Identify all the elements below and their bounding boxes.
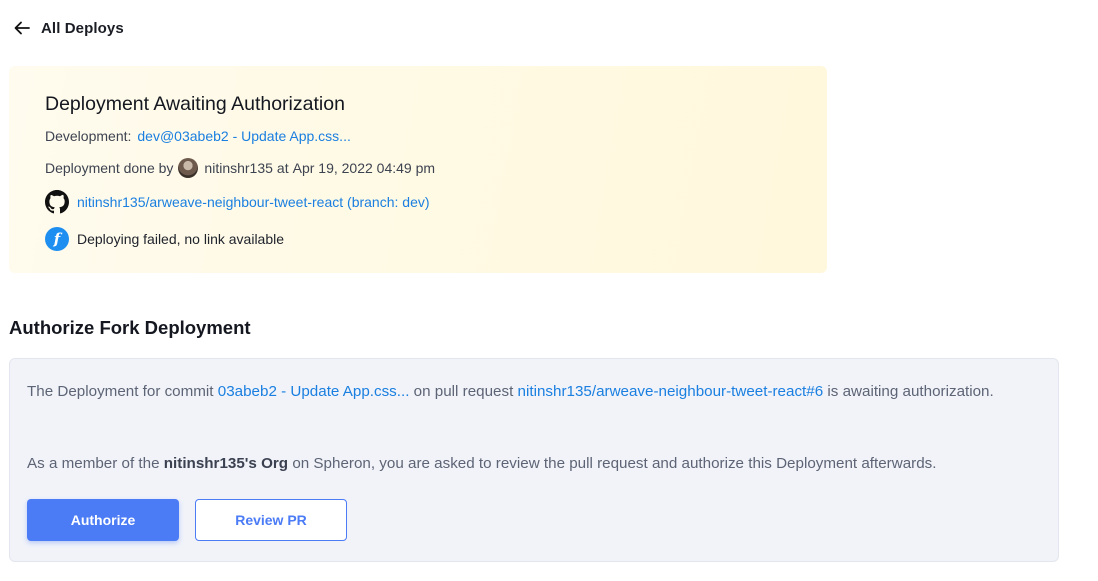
deployment-status-text: Deploying failed, no link available xyxy=(77,231,285,247)
member-notice: As a member of the nitinshr135's Org on … xyxy=(27,452,1047,476)
environment-commit-link[interactable]: dev@03abeb2 - Update App.css... xyxy=(137,128,350,144)
authorize-panel: The Deployment for commit 03abeb2 - Upda… xyxy=(9,358,1059,562)
repository-link[interactable]: nitinshr135/arweave-neighbour-tweet-reac… xyxy=(77,194,430,210)
authorize-button[interactable]: Authorize xyxy=(27,499,179,541)
commit-link[interactable]: 03abeb2 - Update App.css... xyxy=(218,383,410,400)
member-text-suffix: on Spheron, you are asked to review the … xyxy=(292,455,937,472)
awaiting-text: is awaiting authorization. xyxy=(827,383,994,400)
deployment-title: Deployment Awaiting Authorization xyxy=(45,93,345,115)
avatar xyxy=(178,158,199,178)
done-by-label: Deployment done by xyxy=(45,160,174,176)
pull-request-text: on pull request xyxy=(413,383,514,400)
authorize-description: The Deployment for commit 03abeb2 - Upda… xyxy=(27,380,1047,404)
commit-text-prefix: The Deployment for commit xyxy=(27,383,214,400)
review-pr-button[interactable]: Review PR xyxy=(195,499,347,541)
at-label: at xyxy=(276,160,289,176)
environment-label: Development: xyxy=(45,128,132,144)
member-text-prefix: As a member of the xyxy=(27,455,160,472)
arrow-left-icon xyxy=(14,21,30,35)
pull-request-link[interactable]: nitinshr135/arweave-neighbour-tweet-reac… xyxy=(518,383,824,400)
github-icon xyxy=(45,190,69,214)
authorize-section-title: Authorize Fork Deployment xyxy=(9,317,251,338)
deployment-timestamp: Apr 19, 2022 04:49 pm xyxy=(292,160,436,176)
deployment-summary-card: Deployment Awaiting Authorization Develo… xyxy=(9,66,827,273)
done-by-user: nitinshr135 xyxy=(204,160,273,176)
back-label: All Deploys xyxy=(41,19,124,37)
repository-row: nitinshr135/arweave-neighbour-tweet-reac… xyxy=(45,190,430,214)
deployment-status-row: f Deploying failed, no link available xyxy=(45,227,284,251)
filecoin-icon: f xyxy=(45,227,69,251)
org-name: nitinshr135's Org xyxy=(163,455,289,472)
deployment-environment-row: Development: dev@03abeb2 - Update App.cs… xyxy=(45,128,351,144)
back-to-all-deploys[interactable]: All Deploys xyxy=(12,18,124,38)
deployment-done-by-row: Deployment done by nitinshr135 at Apr 19… xyxy=(45,158,435,178)
